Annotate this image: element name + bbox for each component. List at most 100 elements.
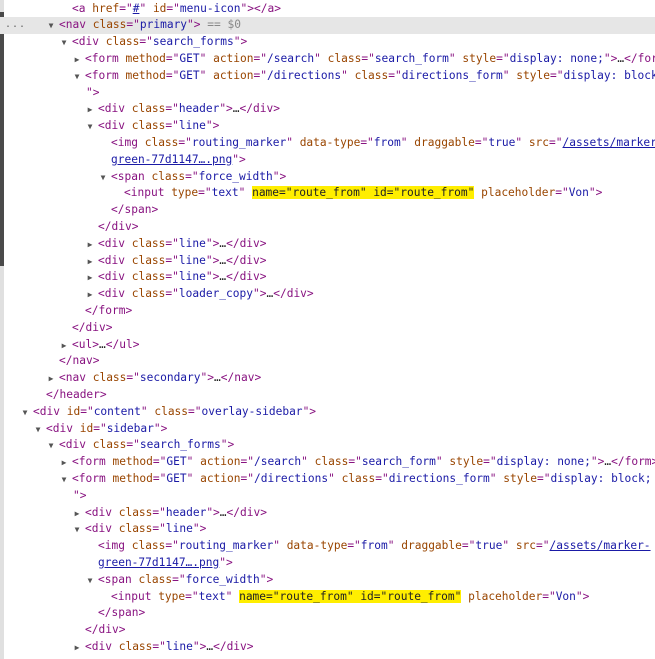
expanded-triangle-icon[interactable]: ▼ — [98, 170, 108, 187]
markup-token: class — [341, 471, 376, 485]
resource-link[interactable]: green-77d1147….png — [111, 153, 232, 166]
markup-token: =" — [165, 270, 179, 284]
dom-node-row[interactable]: ▶</div> — [0, 622, 655, 639]
resource-link[interactable]: /assets/marker- — [550, 539, 651, 552]
dom-node-row[interactable]: ▶ <form method="GET" action="/search" cla… — [0, 51, 655, 68]
dom-node-row[interactable]: ▼ <form method="GET" action="/directions"… — [0, 68, 655, 85]
markup-token: =" — [165, 253, 179, 267]
expanded-triangle-icon[interactable]: ▼ — [72, 522, 82, 539]
markup-token: > — [254, 371, 262, 385]
dom-node-row[interactable]: ▶ <form method="GET" action="/search" cla… — [0, 454, 655, 471]
markup-token: line — [178, 270, 206, 284]
markup-token: > — [131, 219, 139, 233]
dom-node-row[interactable]: ▶green-77d1147….png"> — [0, 152, 655, 169]
markup-token: =" — [152, 639, 166, 653]
expanded-triangle-icon[interactable]: ▼ — [59, 472, 69, 489]
dom-node-row[interactable]: ▶</div> — [0, 219, 655, 236]
dom-node-row[interactable]: ▶ <div class="header">…</div> — [0, 505, 655, 522]
node-markup: <nav class="secondary">…</nav> — [59, 371, 261, 384]
collapsed-triangle-icon[interactable]: ▶ — [85, 102, 95, 119]
markup-token: =" — [152, 471, 167, 485]
dom-node-row[interactable]: ▶<input type="text" name="route_from" id… — [0, 185, 655, 202]
markup-token: Von — [568, 186, 589, 200]
dom-node-row[interactable]: "> — [0, 488, 655, 505]
expanded-triangle-icon[interactable]: ▼ — [72, 69, 82, 86]
collapsed-triangle-icon[interactable]: ▶ — [59, 455, 69, 472]
dom-node-row[interactable]: ▶ <div class="line">…</div> — [0, 236, 655, 253]
dom-node-row[interactable]: ▶</nav> — [0, 353, 655, 370]
dom-node-row[interactable]: ▼ <div class="search_forms"> — [0, 437, 655, 454]
markup-token: div — [91, 639, 112, 653]
dom-node-row[interactable]: ▶<input type="text" name="route_from" id… — [0, 589, 655, 606]
dom-node-row[interactable]: ▶ <div class="line">…</div> — [0, 253, 655, 270]
dom-node-row[interactable]: ▶</div> — [0, 320, 655, 337]
dom-node-row[interactable]: ▼ <div class="line"> — [0, 118, 655, 135]
dom-node-row[interactable]: "> — [0, 85, 655, 102]
dom-node-row[interactable]: ▼ <div id="content" class="overlay-sideba… — [0, 404, 655, 421]
dom-node-row[interactable]: ▶</span> — [0, 605, 655, 622]
collapsed-triangle-icon[interactable]: ▶ — [85, 287, 95, 304]
dom-node-row[interactable]: ▶<img class="routing_marker" data-type="… — [0, 538, 655, 555]
dom-node-row[interactable]: ▶ <nav class="secondary">…</nav> — [0, 370, 655, 387]
collapsed-triangle-icon[interactable]: ▶ — [72, 52, 82, 69]
markup-token: class — [131, 253, 166, 267]
markup-token: form — [624, 455, 652, 469]
collapsed-triangle-icon[interactable]: ▶ — [85, 237, 95, 254]
markup-token: … — [232, 102, 240, 116]
markup-token: =" — [126, 18, 140, 32]
markup-token: =" — [474, 135, 489, 149]
dom-node-row[interactable]: ▶</form> — [0, 303, 655, 320]
dom-node-row[interactable]: ▶</span> — [0, 202, 655, 219]
dom-node-row[interactable]: ▶ <div class="loader_copy">…</div> — [0, 286, 655, 303]
expanded-triangle-icon[interactable]: ▼ — [20, 405, 30, 422]
dom-node-row[interactable]: ▶ <div class="line">…</div> — [0, 269, 655, 286]
dom-node-row[interactable]: ▼ <div id="sidebar"> — [0, 421, 655, 438]
node-markup: <img class="routing_marker" data-type="f… — [111, 136, 655, 149]
markup-token: id — [66, 404, 81, 418]
dom-node-row[interactable]: ▼ <div class="search_forms"> — [0, 34, 655, 51]
node-markup: <form method="GET" action="/search" clas… — [85, 52, 655, 65]
markup-token: < — [98, 253, 105, 267]
expanded-triangle-icon[interactable]: ▼ — [59, 35, 69, 52]
node-markup: <div id="sidebar"> — [46, 422, 167, 435]
markup-token: "> — [205, 270, 220, 284]
collapsed-triangle-icon[interactable]: ▶ — [85, 254, 95, 271]
dom-node-row[interactable]: ▶ <div class="line">…</div> — [0, 639, 655, 656]
expanded-triangle-icon[interactable]: ▼ — [85, 119, 95, 136]
collapsed-triangle-icon[interactable]: ▶ — [72, 640, 82, 657]
markup-token: form — [98, 303, 126, 317]
expanded-triangle-icon[interactable]: ▼ — [85, 573, 95, 590]
collapsed-triangle-icon[interactable]: ▶ — [72, 506, 82, 523]
markup-token: "> — [205, 119, 220, 133]
dom-node-row[interactable]: ▶<img class="routing_marker" data-type="… — [0, 135, 655, 152]
markup-token: search_form — [374, 51, 449, 65]
dom-node-row[interactable]: ▼ <div class="line"> — [0, 521, 655, 538]
dom-node-row[interactable]: ▶ <div class="header">…</div> — [0, 101, 655, 118]
markup-token: class — [131, 287, 166, 301]
markup-token: > — [246, 639, 254, 653]
dom-node-row[interactable]: ... ▼ <nav class="primary"> == $0 — [0, 17, 655, 35]
dom-node-row[interactable]: ▶<a href="#" id="menu-icon"></a> — [0, 1, 655, 18]
collapsed-triangle-icon[interactable]: ▶ — [59, 338, 69, 355]
markup-token: </ — [98, 219, 112, 233]
markup-token: < — [72, 471, 79, 485]
collapsed-triangle-icon[interactable]: ▶ — [46, 371, 56, 388]
markup-token: div — [239, 270, 260, 284]
ellipsis-icon[interactable]: ... — [5, 17, 26, 34]
dom-node-row[interactable]: ▼ <span class="force_width"> — [0, 169, 655, 186]
markup-token: =" — [165, 119, 179, 133]
dom-node-row[interactable]: ▶green-77d1147….png"> — [0, 555, 655, 572]
resource-link[interactable]: /assets/marker- — [563, 136, 655, 149]
resource-link[interactable]: green-77d1147….png — [98, 556, 219, 569]
expanded-triangle-icon[interactable]: ▼ — [46, 18, 56, 35]
markup-token: =" — [152, 522, 166, 536]
dom-node-row[interactable]: ▼ <span class="force_width"> — [0, 572, 655, 589]
collapsed-triangle-icon[interactable]: ▶ — [85, 270, 95, 287]
dom-node-row[interactable]: ▼ <form method="GET" action="/directions"… — [0, 471, 655, 488]
expanded-triangle-icon[interactable]: ▼ — [33, 422, 43, 439]
markup-token: menu-icon — [179, 1, 241, 15]
markup-token: class — [131, 270, 166, 284]
dom-node-row[interactable]: ▶</header> — [0, 387, 655, 404]
expanded-triangle-icon[interactable]: ▼ — [46, 438, 56, 455]
dom-node-row[interactable]: ▶ <ul>…</ul> — [0, 337, 655, 354]
